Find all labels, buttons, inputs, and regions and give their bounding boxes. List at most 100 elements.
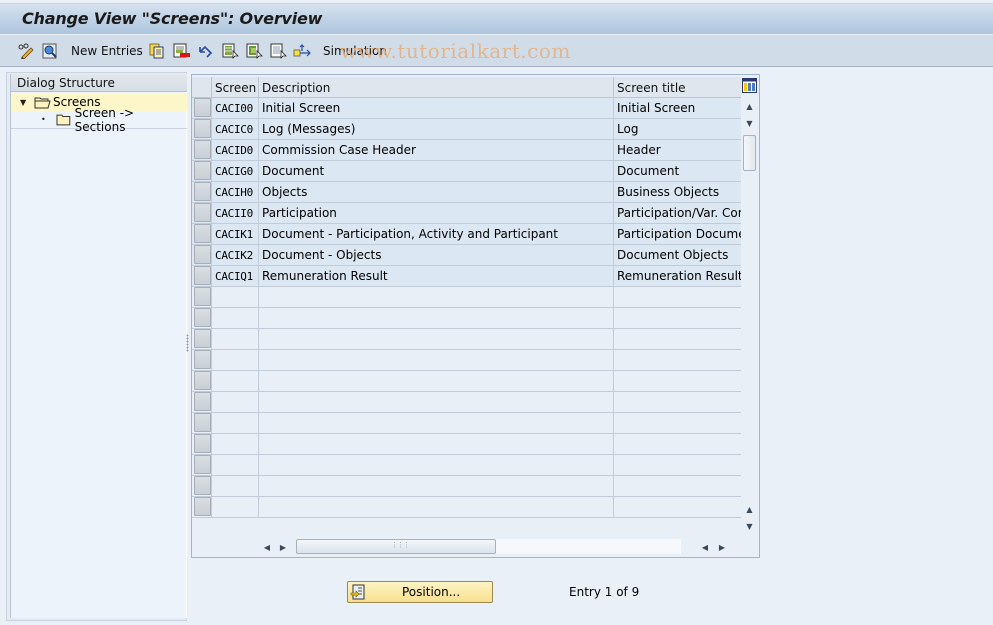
row-select-button[interactable]	[194, 371, 211, 390]
row-select-button[interactable]	[194, 434, 211, 453]
scroll-left-end-button[interactable]: ◀	[698, 539, 712, 555]
cell-description[interactable]: Document - Participation, Activity and P…	[258, 224, 613, 244]
row-select-button[interactable]	[194, 476, 211, 495]
row-select-button[interactable]	[194, 413, 211, 432]
horizontal-scrollbar[interactable]: ◀ ▶ ⋮⋮⋮ ◀ ▶	[258, 537, 738, 555]
row-select-button[interactable]	[194, 119, 211, 138]
empty-table-row[interactable]	[192, 308, 741, 329]
cell-screen[interactable]: CACIH0	[211, 182, 258, 202]
empty-table-row[interactable]	[192, 455, 741, 476]
tree-item-screen-sections[interactable]: • Screen -> Sections	[11, 106, 187, 134]
panel-splitter[interactable]	[186, 334, 189, 352]
column-header-screen[interactable]: Screen	[211, 77, 258, 98]
new-entries-button[interactable]: New Entries	[71, 42, 143, 60]
cell-screen[interactable]: CACIC0	[211, 119, 258, 139]
empty-table-row[interactable]	[192, 329, 741, 350]
expand-triangle-icon[interactable]: ▼	[20, 98, 28, 107]
select-all-button[interactable]	[222, 42, 240, 60]
cell-screen[interactable]: CACII0	[211, 203, 258, 223]
row-select-button[interactable]	[194, 266, 211, 285]
cell-description[interactable]: Participation	[258, 203, 613, 223]
table-row[interactable]: CACIH0 Objects Business Objects	[192, 182, 741, 203]
cell-screen-title[interactable]: Participation/Var. Comm	[613, 203, 741, 223]
empty-table-row[interactable]	[192, 413, 741, 434]
empty-table-row[interactable]	[192, 392, 741, 413]
find-button[interactable]	[41, 42, 59, 60]
cell-screen-title[interactable]: Business Objects	[613, 182, 741, 202]
delete-button[interactable]	[173, 42, 191, 60]
table-row[interactable]: CACIK2 Document - Objects Document Objects	[192, 245, 741, 266]
select-block-button[interactable]	[246, 42, 264, 60]
column-header-description[interactable]: Description	[258, 77, 613, 98]
empty-table-row[interactable]	[192, 476, 741, 497]
cell-screen[interactable]: CACIK1	[211, 224, 258, 244]
row-select-button[interactable]	[194, 161, 211, 180]
row-select-button[interactable]	[194, 245, 211, 264]
scroll-up-button[interactable]: ▲	[742, 98, 757, 114]
scroll-right-end-button[interactable]: ▶	[715, 539, 729, 555]
table-row[interactable]: CACIC0 Log (Messages) Log	[192, 119, 741, 140]
row-select-button[interactable]	[194, 224, 211, 243]
cell-screen-title[interactable]: Participation Document	[613, 224, 741, 244]
cell-description[interactable]: Remuneration Result	[258, 266, 613, 286]
scroll-down-button[interactable]: ▼	[742, 115, 757, 131]
empty-table-row[interactable]	[192, 497, 741, 518]
cell-screen-title[interactable]: Log	[613, 119, 741, 139]
row-select-button[interactable]	[194, 329, 211, 348]
position-button[interactable]: Position...	[347, 581, 493, 603]
empty-table-row[interactable]	[192, 287, 741, 308]
cell-screen[interactable]: CACIG0	[211, 161, 258, 181]
scroll-left-button[interactable]: ◀	[260, 539, 274, 555]
cell-description[interactable]: Commission Case Header	[258, 140, 613, 160]
row-select-button[interactable]	[194, 182, 211, 201]
cell-description[interactable]: Objects	[258, 182, 613, 202]
cell-screen[interactable]: CACIK2	[211, 245, 258, 265]
cell-screen-title[interactable]: Document	[613, 161, 741, 181]
row-select-button[interactable]	[194, 308, 211, 327]
table-row[interactable]: CACIG0 Document Document	[192, 161, 741, 182]
table-row[interactable]: CACID0 Commission Case Header Header	[192, 140, 741, 161]
scroll-right-button[interactable]: ▶	[276, 539, 290, 555]
cell-screen[interactable]: CACIQ1	[211, 266, 258, 286]
cell-description[interactable]: Initial Screen	[258, 98, 613, 118]
horizontal-scroll-thumb[interactable]: ⋮⋮⋮	[296, 539, 496, 554]
cell-screen[interactable]: CACID0	[211, 140, 258, 160]
empty-table-row[interactable]	[192, 371, 741, 392]
cell-screen-title[interactable]: Initial Screen	[613, 98, 741, 118]
table-row[interactable]: CACI00 Initial Screen Initial Screen	[192, 98, 741, 119]
table-settings-icon[interactable]	[742, 78, 757, 93]
vertical-scroll-thumb[interactable]	[743, 135, 756, 171]
table-row[interactable]: CACIK1 Document - Participation, Activity…	[192, 224, 741, 245]
row-select-button[interactable]	[194, 455, 211, 474]
table-row[interactable]: CACIQ1 Remuneration Result Remuneration Re…	[192, 266, 741, 287]
column-header-screen-title[interactable]: Screen title	[613, 77, 741, 98]
cell-screen-title[interactable]: Header	[613, 140, 741, 160]
cell-screen	[211, 434, 258, 454]
scroll-down-bottom-button[interactable]: ▼	[742, 518, 757, 534]
empty-table-row[interactable]	[192, 434, 741, 455]
row-select-button[interactable]	[194, 98, 211, 117]
row-select-button[interactable]	[194, 203, 211, 222]
cell-description[interactable]: Document	[258, 161, 613, 181]
horizontal-scroll-track[interactable]	[496, 539, 681, 554]
row-select-button[interactable]	[194, 392, 211, 411]
row-select-button[interactable]	[194, 497, 211, 516]
select-all-rows-button[interactable]	[194, 78, 211, 96]
row-select-button[interactable]	[194, 140, 211, 159]
screens-table: Screen Description Screen title CACI00 In…	[191, 74, 760, 558]
cell-screen-title[interactable]: Remuneration Result	[613, 266, 741, 286]
row-select-button[interactable]	[194, 350, 211, 369]
vertical-scrollbar[interactable]: ▲ ▼ ▲ ▼	[742, 97, 759, 537]
empty-table-row[interactable]	[192, 350, 741, 371]
copy-as-button[interactable]	[149, 42, 165, 60]
undo-change-button[interactable]	[197, 42, 215, 60]
cell-description[interactable]: Log (Messages)	[258, 119, 613, 139]
cell-screen[interactable]: CACI00	[211, 98, 258, 118]
table-row[interactable]: CACII0 Participation Participation/Var. Co…	[192, 203, 741, 224]
row-select-button[interactable]	[194, 287, 211, 306]
change-display-button[interactable]	[17, 42, 35, 60]
cell-description[interactable]: Document - Objects	[258, 245, 613, 265]
cell-screen-title[interactable]: Document Objects	[613, 245, 741, 265]
deselect-all-button[interactable]	[270, 42, 288, 60]
scroll-up-bottom-button[interactable]: ▲	[742, 501, 757, 517]
